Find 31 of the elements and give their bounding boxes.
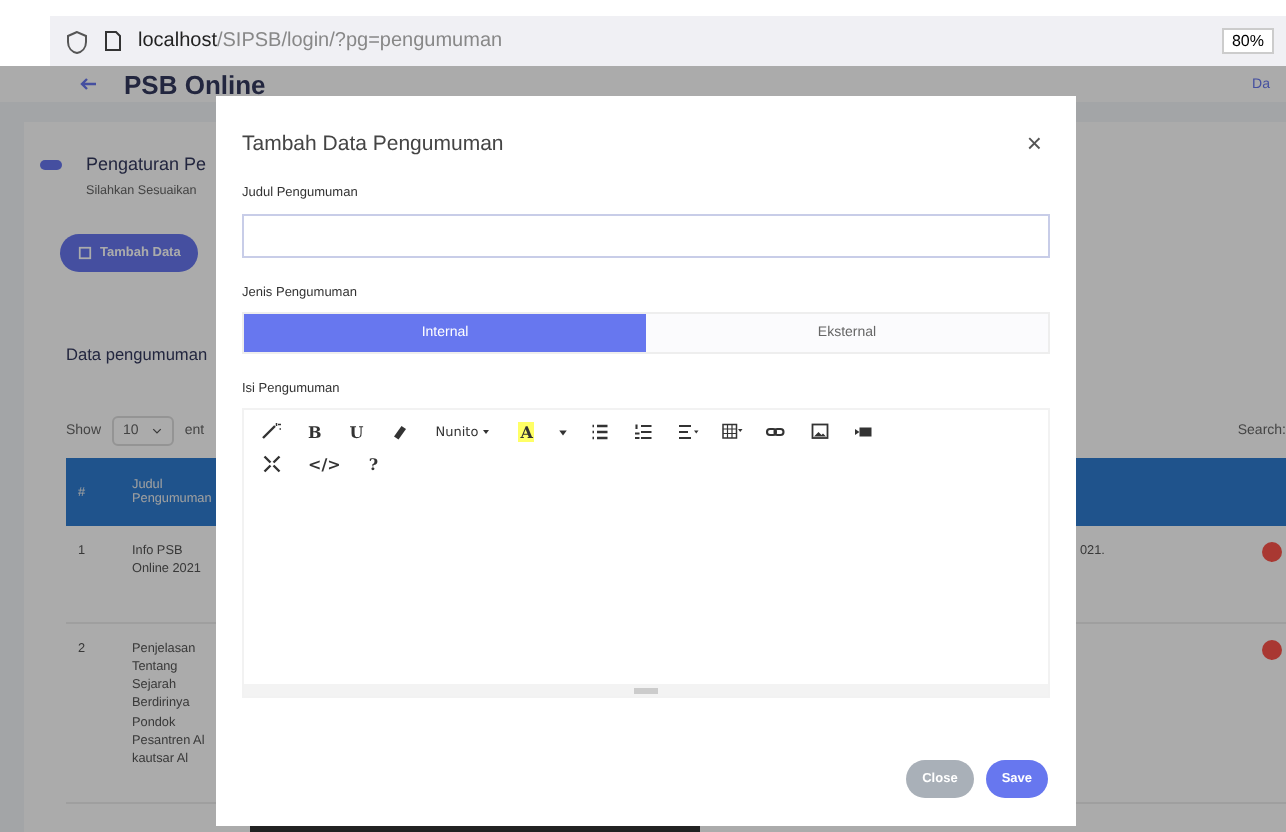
align-icon[interactable] bbox=[676, 420, 701, 444]
back-arrow-icon[interactable] bbox=[80, 78, 96, 90]
section-title: Pengaturan Pe bbox=[86, 154, 207, 174]
fullscreen-icon[interactable] bbox=[260, 452, 284, 476]
toolbar-button[interactable]: B bbox=[304, 420, 326, 444]
toolbar-button[interactable]: U bbox=[345, 420, 368, 444]
caret-icon bbox=[482, 428, 491, 436]
chevron-icon bbox=[152, 426, 163, 436]
toolbar-button[interactable]: ? bbox=[364, 452, 383, 476]
shield-icon bbox=[66, 29, 88, 53]
resize-handle[interactable] bbox=[634, 687, 658, 693]
section-marker bbox=[40, 159, 62, 169]
caret-icon[interactable] bbox=[558, 427, 569, 437]
page-title: PSB Online bbox=[124, 69, 266, 99]
highlight-button[interactable]: A bbox=[514, 420, 539, 444]
delete-button[interactable] bbox=[1262, 542, 1282, 562]
bullet-list-icon[interactable] bbox=[588, 420, 613, 444]
zoom-level[interactable]: 80% bbox=[1221, 28, 1274, 54]
input-field[interactable] bbox=[242, 214, 1050, 258]
edit-icon bbox=[78, 246, 92, 260]
table-icon[interactable] bbox=[720, 420, 745, 444]
toolbar-button[interactable]: </> bbox=[304, 452, 345, 476]
modal-title: Tambah Data Pengumuman bbox=[242, 131, 504, 155]
picture-icon[interactable] bbox=[808, 420, 833, 444]
delete-button[interactable] bbox=[1262, 639, 1282, 659]
address-bar[interactable]: localhost/SIPSB/login/?pg=pengumuman bbox=[138, 30, 503, 52]
magic-wand-icon[interactable] bbox=[260, 420, 284, 444]
numbered-list-icon[interactable] bbox=[632, 420, 657, 444]
page-icon bbox=[104, 30, 122, 52]
table-title: Data pengumuman bbox=[66, 344, 210, 364]
close-button[interactable]: × bbox=[1018, 128, 1050, 158]
